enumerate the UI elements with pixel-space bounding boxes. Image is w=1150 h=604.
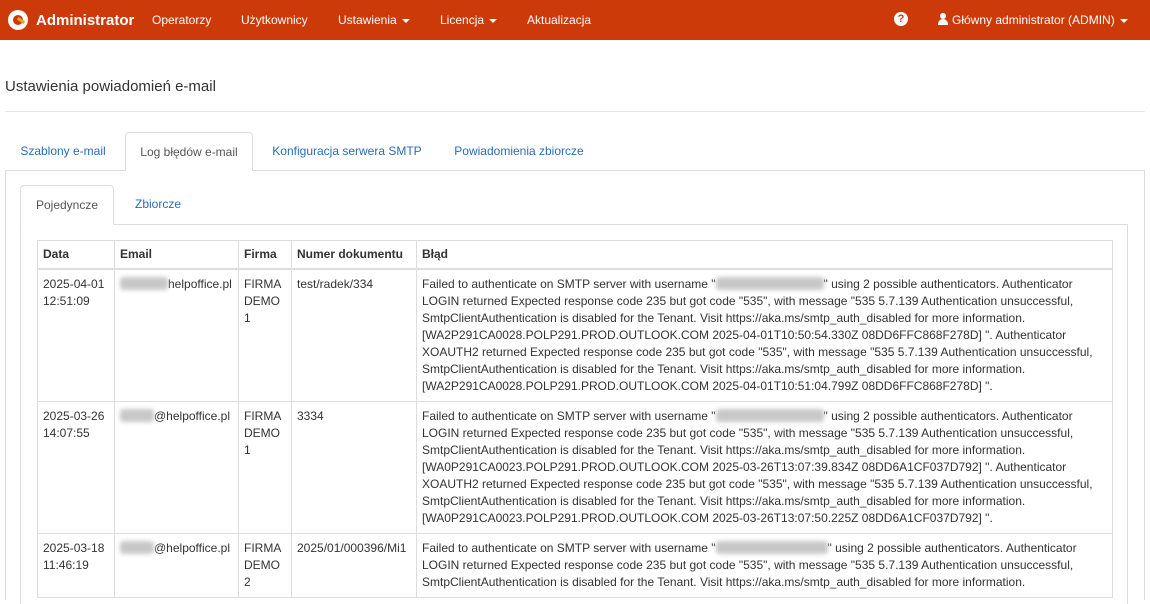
tab-log-bledow[interactable]: Log błędów e-mail	[125, 132, 253, 171]
cell-email: helpoffice.pl	[114, 268, 239, 402]
time-text: 14:07:55	[43, 425, 90, 440]
column-header-email[interactable]: Email	[114, 240, 239, 270]
table-row[interactable]: 2025-03-26 14:07:55 @helpoffice.pl FIRMA D…	[37, 400, 1113, 534]
cell-error: Failed to authenticate on SMTP server wi…	[416, 532, 1113, 598]
cell-error: Failed to authenticate on SMTP server wi…	[416, 400, 1113, 534]
page-title: Ustawienia powiadomień e-mail	[5, 78, 216, 95]
email-error-log-table: Data Email Firma Numer dokumentu Błąd 20…	[37, 240, 1113, 598]
brand-title: Administrator	[36, 11, 135, 29]
redacted-text	[120, 540, 154, 554]
error-text: " using 2 possible authenticators. Authe…	[422, 408, 1093, 525]
firm-text: FIRMA	[244, 276, 282, 291]
help-icon[interactable]: ?	[894, 12, 908, 26]
column-header-firma[interactable]: Firma	[238, 240, 292, 270]
error-text: Failed to authenticate on SMTP server wi…	[422, 540, 716, 555]
email-text: @helpoffice.pl	[154, 408, 231, 423]
chevron-down-icon	[401, 18, 410, 23]
cell-date: 2025-04-01 12:51:09	[37, 268, 115, 402]
redacted-text	[120, 276, 168, 290]
date-text: 2025-03-26	[43, 408, 105, 423]
cell-firma: FIRMA DEMO 1	[238, 400, 292, 534]
firm-text: FIRMA	[244, 408, 282, 423]
chevron-down-icon	[489, 18, 498, 23]
tab-szablony[interactable]: Szablony e-mail	[5, 132, 121, 171]
firm-text: 1	[244, 310, 251, 325]
tab-label: Powiadomienia zbiorcze	[454, 144, 584, 158]
nav-item-ustawienia[interactable]: Ustawienia	[338, 0, 410, 40]
tab-powiadomienia-zbiorcze[interactable]: Powiadomienia zbiorcze	[439, 132, 599, 171]
column-header-data[interactable]: Data	[37, 240, 115, 270]
error-text: " using 2 possible authenticators. Authe…	[422, 276, 1093, 393]
date-text: 2025-04-01	[43, 276, 105, 291]
cell-document-number: 2025/01/000396/Mi1	[291, 532, 417, 598]
time-text: 11:46:19	[43, 557, 89, 572]
cell-firma: FIRMA DEMO 1	[238, 268, 292, 402]
redacted-text	[715, 276, 824, 290]
firm-text: FIRMA	[244, 540, 282, 555]
date-text: 2025-03-18	[43, 540, 105, 555]
error-text: Failed to authenticate on SMTP server wi…	[422, 276, 716, 291]
app-logo-icon	[8, 10, 28, 30]
tab-label: Szablony e-mail	[20, 144, 106, 158]
cell-date: 2025-03-18 11:46:19	[37, 532, 115, 598]
cell-email: @helpoffice.pl	[114, 532, 239, 598]
cell-email: @helpoffice.pl	[114, 400, 239, 534]
cell-firma: FIRMA DEMO 2	[238, 532, 292, 598]
nav-item-label: Ustawienia	[338, 13, 397, 27]
column-header-blad[interactable]: Błąd	[416, 240, 1113, 270]
tab-label: Pojedyncze	[35, 198, 99, 212]
nav-item-label: Użytkownicy	[241, 13, 308, 27]
email-text: @helpoffice.pl	[154, 540, 231, 555]
nav-item-label: Aktualizacja	[527, 13, 592, 27]
firm-text: DEMO	[244, 293, 280, 308]
sub-tabs: Pojedyncze Zbiorcze	[20, 185, 1128, 225]
tab-label: Log błędów e-mail	[140, 145, 238, 159]
tab-label: Konfiguracja serwera SMTP	[272, 144, 422, 158]
nav-item-operatorzy[interactable]: Operatorzy	[152, 0, 211, 40]
column-header-numer-dokumentu[interactable]: Numer dokumentu	[291, 240, 417, 270]
cell-document-number: 3334	[291, 400, 417, 534]
main-tabs: Szablony e-mail Log błędów e-mail Konfig…	[5, 132, 1145, 171]
nav-item-label: Licencja	[440, 13, 485, 27]
nav-item-licencja[interactable]: Licencja	[440, 0, 498, 40]
nav-item-label: Operatorzy	[152, 13, 212, 27]
nav-item-aktualizacja[interactable]: Aktualizacja	[527, 0, 591, 40]
top-navbar: Administrator Operatorzy Użytkownicy Ust…	[0, 0, 1150, 40]
tab-label: Zbiorcze	[134, 197, 181, 211]
redacted-text	[715, 540, 828, 554]
time-text: 12:51:09	[43, 293, 90, 308]
tab-pojedyncze[interactable]: Pojedyncze	[20, 185, 114, 225]
email-text: helpoffice.pl	[168, 276, 232, 291]
firm-text: DEMO	[244, 425, 280, 440]
chevron-down-icon	[1119, 18, 1128, 23]
user-name: Główny administrator (ADMIN)	[952, 13, 1115, 27]
table-row[interactable]: 2025-04-01 12:51:09 helpoffice.pl FIRMA DE…	[37, 268, 1113, 402]
firm-text: 1	[244, 442, 251, 457]
divider	[5, 111, 1145, 112]
firm-text: DEMO	[244, 557, 280, 572]
cell-date: 2025-03-26 14:07:55	[37, 400, 115, 534]
nav-item-uzytkownicy[interactable]: Użytkownicy	[241, 0, 308, 40]
cell-error: Failed to authenticate on SMTP server wi…	[416, 268, 1113, 402]
error-text: Failed to authenticate on SMTP server wi…	[422, 408, 716, 423]
tab-konfiguracja-smtp[interactable]: Konfiguracja serwera SMTP	[257, 132, 437, 171]
redacted-text	[715, 408, 824, 422]
firm-text: 2	[244, 574, 251, 589]
redacted-text	[120, 408, 154, 422]
tab-zbiorcze[interactable]: Zbiorcze	[118, 185, 198, 224]
brand[interactable]: Administrator	[8, 0, 134, 40]
table-header-row: Data Email Firma Numer dokumentu Błąd	[37, 240, 1113, 270]
table-row[interactable]: 2025-03-18 11:46:19 @helpoffice.pl FIRMA D…	[37, 532, 1113, 598]
user-menu[interactable]: Główny administrator (ADMIN)	[938, 0, 1128, 40]
cell-document-number: test/radek/334	[291, 268, 417, 402]
user-icon	[938, 13, 948, 25]
